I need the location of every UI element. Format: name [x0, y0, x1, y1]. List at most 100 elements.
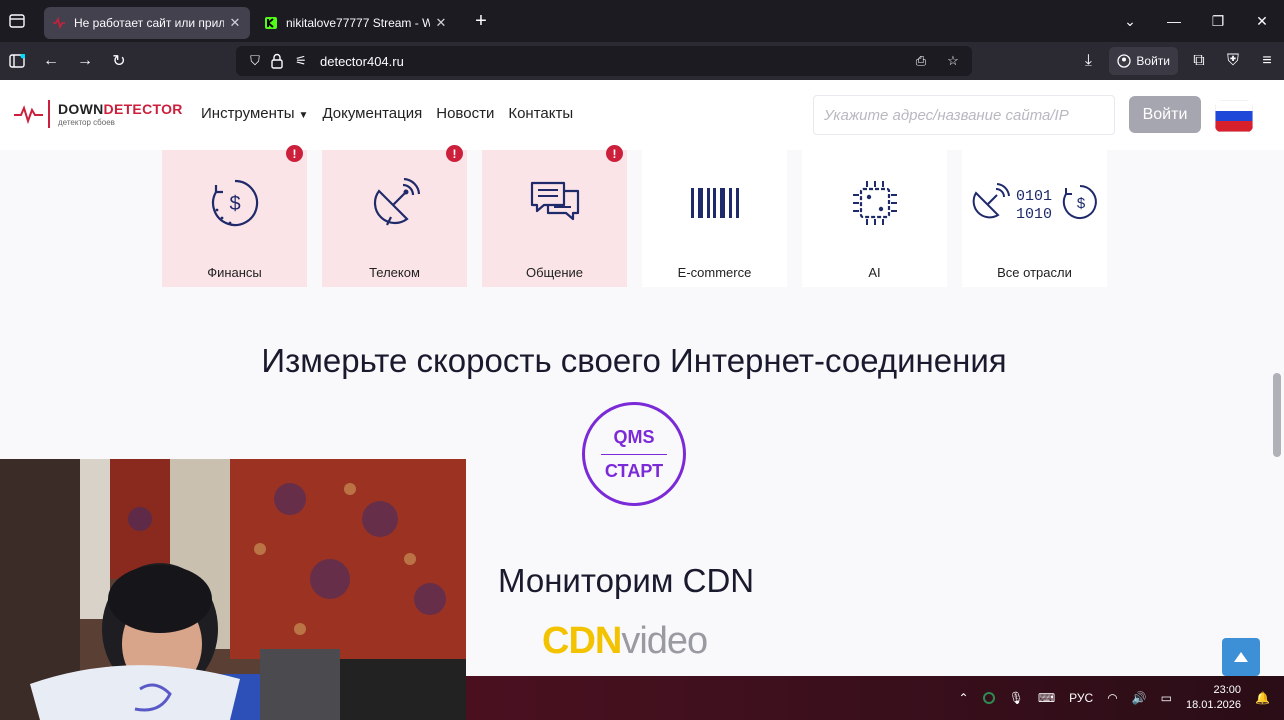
russian-flag-icon[interactable] [1215, 100, 1253, 132]
battery-icon[interactable]: ▭ [1161, 691, 1172, 705]
alert-badge: ! [606, 145, 623, 162]
scroll-to-top-button[interactable] [1222, 638, 1260, 676]
menu-item-news[interactable]: Новости [436, 105, 494, 122]
microphone-icon[interactable]: 🎙 [1009, 691, 1024, 705]
tab-overflow-chevron-icon[interactable]: ⌄ [1108, 13, 1152, 30]
browser-tab-kick[interactable]: nikitalove77777 Stream - Watch ✕ [256, 7, 456, 39]
keyboard-icon[interactable]: ⌨ [1038, 691, 1055, 705]
windows-taskbar: ⌃ 🎙 ⌨ РУС ◠ 🔊 ▭ 23:00 18.01.2026 🔔 [466, 676, 1284, 720]
category-label: Телеком [369, 265, 420, 280]
chip-icon [852, 180, 897, 225]
close-tab-icon[interactable]: ✕ [228, 15, 242, 31]
category-label: AI [868, 265, 881, 280]
qms-label: QMS [613, 426, 655, 447]
forward-button[interactable]: → [68, 46, 102, 76]
volume-icon[interactable]: 🔊 [1132, 691, 1147, 705]
main-menu: Инструменты ▼ Документация Новости Контак… [201, 105, 573, 122]
category-card-all-industries[interactable]: 0101 1010 $ Все отрасли [962, 150, 1107, 287]
alert-badge: ! [286, 145, 303, 162]
downdetector-favicon-icon [53, 16, 65, 30]
satellite-icon [373, 177, 420, 225]
reload-icon: ↻ [112, 53, 126, 70]
clock-date: 18.01.2026 [1185, 699, 1242, 711]
cdnvideo-logo[interactable]: CDNvideo [542, 620, 708, 663]
category-card-communication[interactable]: ! Общение [482, 145, 627, 287]
shield-icon: ⛨ [1226, 52, 1239, 69]
download-icon: ⤓ [1084, 52, 1092, 69]
logo-tagline: детектор сбоев [58, 118, 115, 127]
pulse-logo-icon [14, 105, 43, 125]
downloads-button[interactable]: ⤓ [1071, 46, 1105, 76]
svg-text:$: $ [1076, 195, 1085, 212]
login-button[interactable]: Войти [1129, 96, 1201, 133]
sidebar-icon [9, 54, 25, 68]
forward-arrow-icon: → [77, 52, 93, 69]
category-label: Все отрасли [997, 265, 1072, 280]
qms-start-button[interactable]: QMS СТАРТ [582, 402, 686, 506]
chat-icon [530, 181, 579, 220]
cdn-monitoring-title: Мониторим CDN [498, 562, 755, 599]
adblock-button[interactable]: ⛨ [1216, 46, 1250, 76]
reload-button[interactable]: ↻ [102, 46, 136, 76]
tab-list-icon [9, 14, 25, 28]
webcam-overlay [0, 459, 466, 720]
clock-time: 23:00 [1213, 684, 1242, 696]
site-permissions-icon[interactable]: ⚟ [290, 53, 312, 69]
category-card-telecom[interactable]: ! Телеком [322, 145, 467, 287]
category-cards: ! $ Финансы ! Телеком ! Общение E-commer… [162, 145, 1107, 287]
tray-overflow-chevron-icon[interactable]: ⌃ [959, 691, 969, 705]
input-language[interactable]: РУС [1069, 691, 1093, 705]
wifi-icon[interactable]: ◠ [1107, 691, 1117, 705]
browser-tab-bar: Не работает сайт или прилож ✕ nikitalove… [0, 0, 1284, 42]
menu-item-docs[interactable]: Документация [322, 105, 422, 122]
site-header: DOWNDETECTOR детектор сбоев Инструменты ▼… [0, 80, 1284, 150]
menu-item-contacts[interactable]: Контакты [508, 105, 573, 122]
app-menu-button[interactable]: ≡ [1250, 46, 1284, 76]
tracking-shield-icon[interactable]: ⛉ [244, 53, 266, 69]
minimize-button[interactable]: — [1152, 13, 1196, 29]
svg-text:0101: 0101 [1016, 188, 1052, 205]
finance-icon: $ [211, 179, 258, 226]
category-card-ecommerce[interactable]: E-commerce [642, 150, 787, 287]
site-search-input[interactable] [813, 95, 1115, 135]
maximize-button[interactable]: ❐ [1196, 13, 1240, 30]
category-card-finance[interactable]: ! $ Финансы [162, 145, 307, 287]
bookmark-star-icon[interactable]: ☆ [942, 53, 964, 69]
browser-tab-downdetector[interactable]: Не работает сайт или прилож ✕ [44, 7, 250, 39]
save-to-pocket-icon[interactable]: ⎙ [910, 53, 932, 69]
account-signin-button[interactable]: Войти [1109, 47, 1178, 75]
extensions-button[interactable]: ⧉ [1182, 46, 1216, 76]
url-text[interactable]: detector404.ru [320, 54, 404, 69]
kick-favicon-icon [265, 17, 277, 29]
close-window-button[interactable]: ✕ [1240, 13, 1284, 30]
svg-text:$: $ [229, 193, 240, 215]
lock-icon[interactable] [270, 53, 284, 69]
back-arrow-icon: ← [43, 52, 59, 69]
notifications-icon[interactable]: 🔔 [1255, 691, 1270, 705]
signin-label: Войти [1136, 54, 1170, 68]
logo-wordmark: DOWNDETECTOR [58, 101, 183, 117]
speed-test-title: Измерьте скорость своего Интернет-соедин… [261, 342, 1007, 379]
all-industries-icon: 0101 1010 $ [972, 182, 1097, 223]
arrow-up-icon [1234, 652, 1248, 662]
menu-item-tools[interactable]: Инструменты ▼ [201, 105, 308, 122]
tab-list-button[interactable] [0, 0, 34, 42]
start-label: СТАРТ [604, 460, 664, 481]
account-icon [1117, 54, 1132, 68]
puzzle-icon: ⧉ [1193, 52, 1205, 69]
tab-title: nikitalove77777 Stream - Watch [286, 16, 430, 30]
category-label: Финансы [207, 265, 262, 280]
scrollbar-thumb[interactable] [1273, 373, 1281, 457]
recording-status-icon[interactable] [982, 692, 995, 704]
downdetector-logo[interactable]: DOWNDETECTOR детектор сбоев [14, 100, 183, 128]
new-tab-button[interactable]: + [466, 6, 496, 36]
address-bar[interactable]: ⛉ ⚟ detector404.ru ⎙ ☆ [236, 46, 972, 76]
sidebar-toggle-button[interactable] [0, 46, 34, 76]
webcam-video-image [0, 459, 466, 720]
back-button[interactable]: ← [34, 46, 68, 76]
taskbar-clock[interactable]: 23:00 18.01.2026 [1186, 683, 1241, 713]
tab-title: Не работает сайт или прилож [74, 16, 224, 30]
dropdown-caret-icon: ▼ [298, 110, 309, 121]
category-card-ai[interactable]: AI [802, 150, 947, 287]
close-tab-icon[interactable]: ✕ [434, 15, 448, 31]
